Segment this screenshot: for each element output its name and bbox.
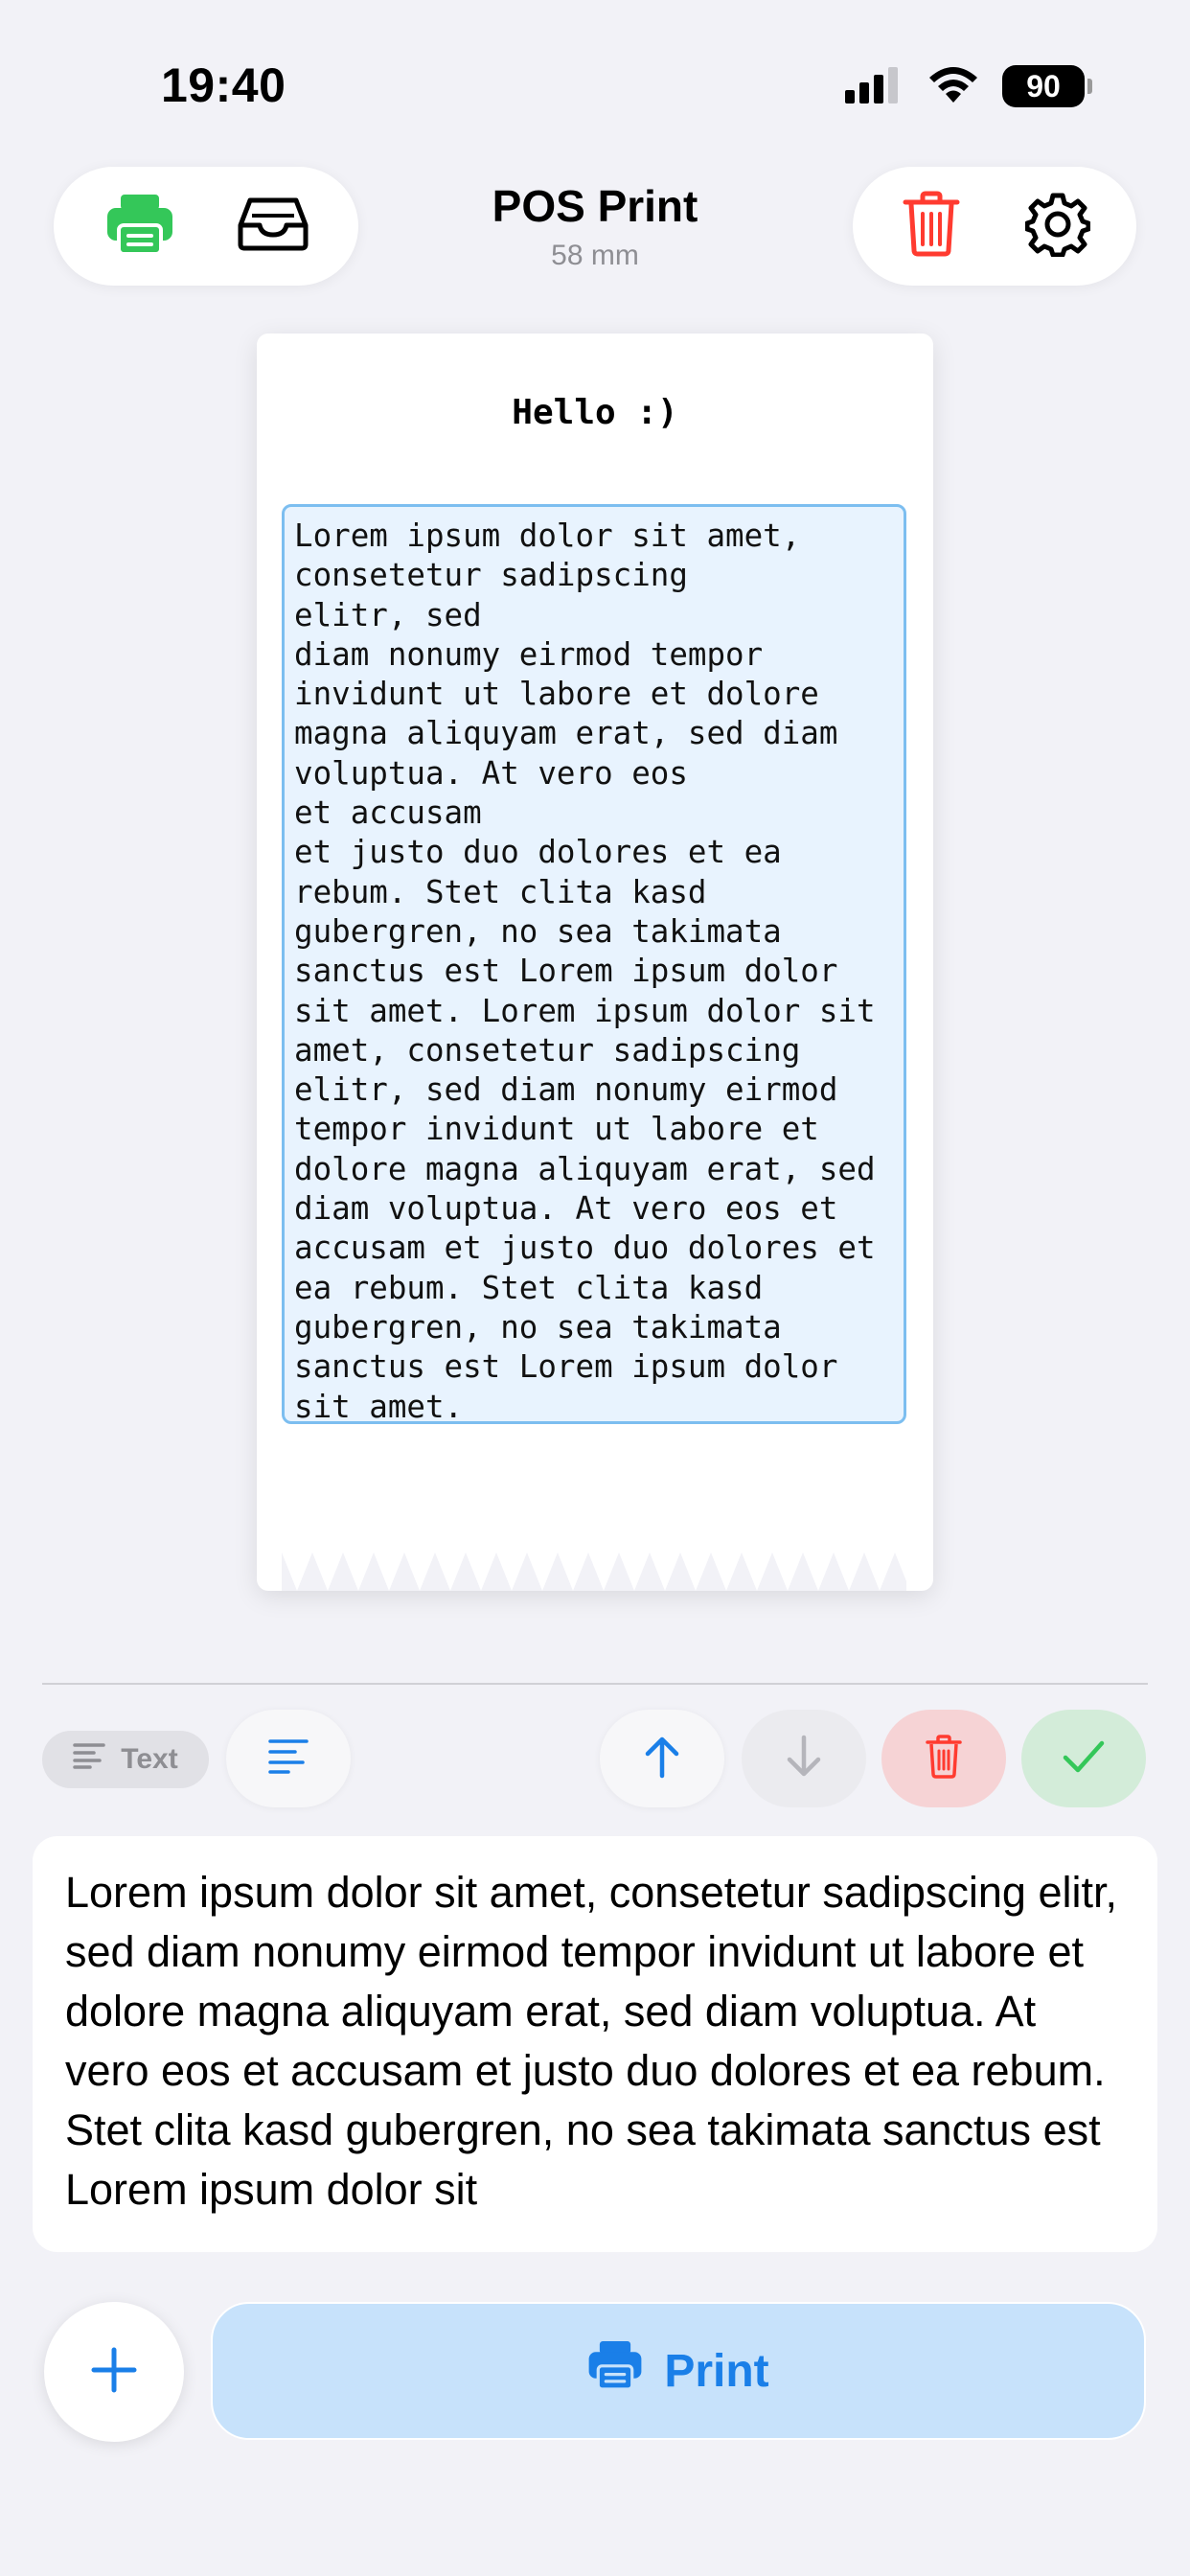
print-button[interactable]: Print xyxy=(211,2302,1146,2440)
screen: 19:40 90 POS Print 58 mm Hello:) Lorem … xyxy=(0,0,1190,2576)
element-type-badge: Text xyxy=(42,1731,209,1788)
divider xyxy=(42,1683,1148,1685)
settings-button[interactable] xyxy=(1018,186,1098,266)
move-up-button[interactable] xyxy=(600,1710,724,1807)
clear-all-button[interactable] xyxy=(891,186,972,266)
receipt-title[interactable]: Hello :) xyxy=(257,393,933,432)
status-time: 19:40 xyxy=(161,58,286,112)
receipt-tear-edge xyxy=(282,1552,906,1591)
arrow-down-icon xyxy=(785,1735,823,1783)
printer-icon xyxy=(587,2339,643,2403)
battery-icon: 90 xyxy=(1002,65,1092,107)
align-left-icon xyxy=(267,1738,309,1780)
plus-icon xyxy=(90,2346,138,2399)
done-button[interactable] xyxy=(1021,1710,1146,1807)
arrow-up-icon xyxy=(643,1735,681,1783)
delete-element-button[interactable] xyxy=(881,1710,1006,1807)
right-toolbar-pill xyxy=(853,167,1136,286)
cellular-signal-icon xyxy=(845,65,904,108)
trash-icon xyxy=(925,1734,963,1783)
trash-icon xyxy=(902,191,961,263)
element-type-label: Text xyxy=(121,1743,178,1775)
receipt-preview: Hello :) Lorem ipsum dolor sit amet, con… xyxy=(257,334,933,1591)
wifi-icon xyxy=(926,64,981,109)
move-down-button[interactable] xyxy=(742,1710,866,1807)
text-editor[interactable]: Lorem ipsum dolor sit amet, consetetur s… xyxy=(33,1836,1157,2252)
text-align-button[interactable] xyxy=(226,1710,351,1807)
checkmark-icon xyxy=(1063,1739,1105,1779)
add-element-button[interactable] xyxy=(44,2302,184,2442)
gear-icon xyxy=(1024,192,1091,262)
text-lines-icon xyxy=(73,1742,106,1777)
status-icons: 90 xyxy=(845,64,1092,109)
receipt-text-block-selected[interactable]: Lorem ipsum dolor sit amet, consetetur s… xyxy=(282,504,906,1424)
print-button-label: Print xyxy=(664,2345,769,2397)
